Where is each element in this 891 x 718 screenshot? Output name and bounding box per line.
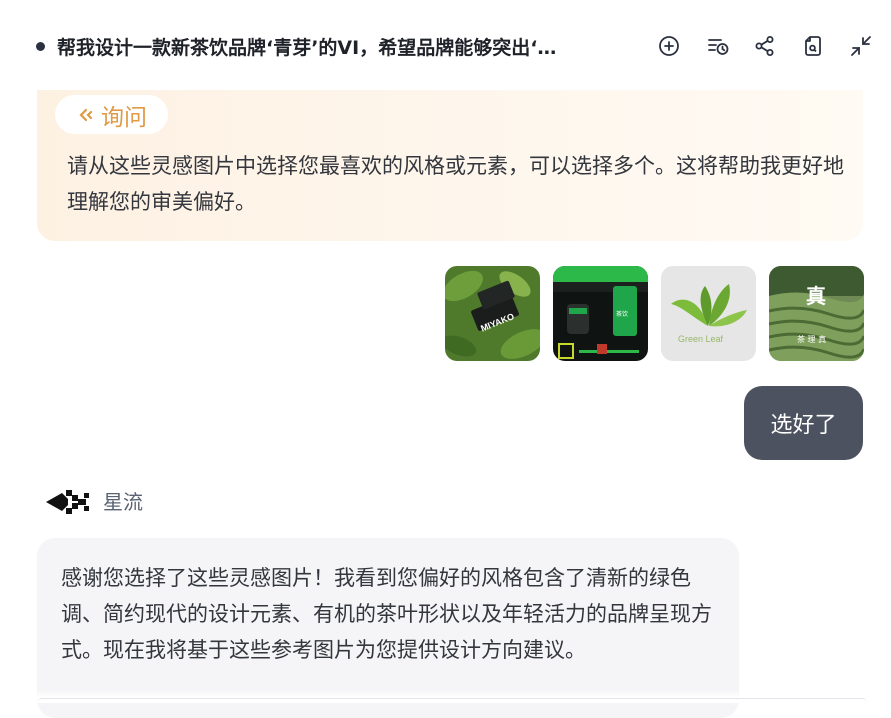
document-icon[interactable] bbox=[800, 33, 826, 59]
new-chat-icon[interactable] bbox=[656, 33, 682, 59]
inspiration-image-1[interactable]: MIYAKO bbox=[445, 266, 540, 361]
svg-text:茶 理 真: 茶 理 真 bbox=[797, 334, 826, 344]
input-box-edge[interactable] bbox=[37, 698, 867, 703]
svg-text:Green Leaf: Green Leaf bbox=[678, 334, 724, 344]
xingliu-logo-icon bbox=[46, 490, 89, 514]
ask-message: 请从这些灵感图片中选择您最喜欢的风格或元素，可以选择多个。这将帮助我更好地理解您… bbox=[67, 154, 844, 214]
assistant-message: 感谢您选择了这些灵感图片！我看到您偏好的风格包含了清新的绿色调、简约现代的设计元… bbox=[61, 566, 712, 662]
ask-badge-label: 询问 bbox=[101, 104, 147, 131]
inspiration-image-3[interactable]: Green Leaf bbox=[661, 266, 756, 361]
svg-text:真: 真 bbox=[806, 284, 826, 308]
conversation-title: 帮我设计一款新茶饮品牌‘青芽’的VI，希望品牌能够突出‘… bbox=[57, 37, 557, 59]
collapse-icon[interactable] bbox=[848, 33, 874, 59]
ask-card: 询问 请从这些灵感图片中选择您最喜欢的风格或元素，可以选择多个。这将帮助我更好地… bbox=[37, 90, 863, 241]
user-message-bubble: 选好了 bbox=[744, 386, 863, 460]
history-icon[interactable] bbox=[705, 33, 731, 59]
inspiration-image-2[interactable]: 茶饮 bbox=[553, 266, 648, 361]
share-icon[interactable] bbox=[752, 33, 778, 59]
inspiration-image-4[interactable]: 真 茶 理 真 bbox=[769, 266, 864, 361]
ask-icon bbox=[79, 108, 93, 121]
chat-header: 帮我设计一款新茶饮品牌‘青芽’的VI，希望品牌能够突出‘… bbox=[0, 0, 891, 92]
status-dot bbox=[36, 42, 45, 51]
svg-text:茶饮: 茶饮 bbox=[616, 310, 628, 318]
assistant-name: 星流 bbox=[103, 490, 143, 514]
ask-badge: 询问 bbox=[55, 95, 168, 134]
user-message-text: 选好了 bbox=[770, 413, 837, 438]
